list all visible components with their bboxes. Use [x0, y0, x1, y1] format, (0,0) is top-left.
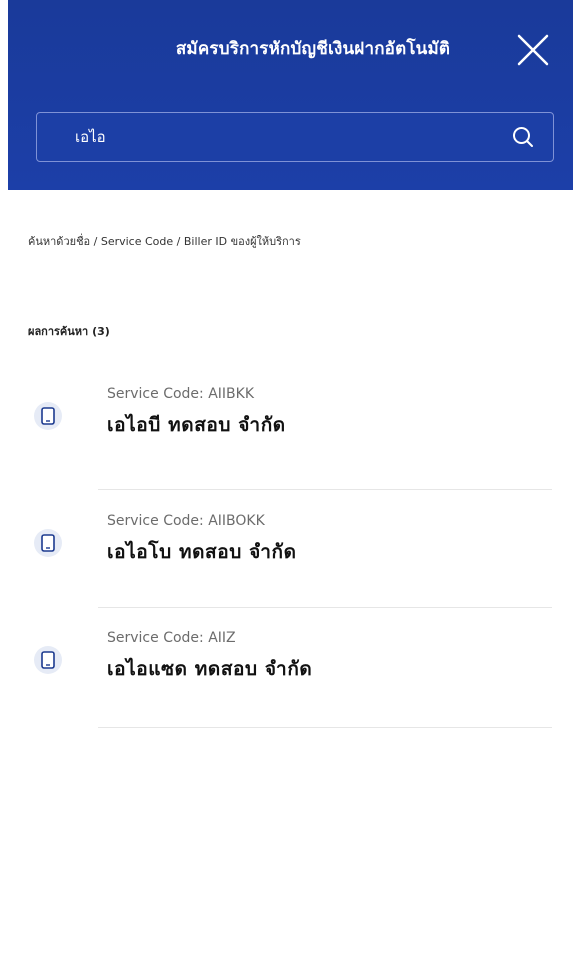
left-edge — [0, 0, 8, 964]
service-code: Service Code: AIIBOKK — [107, 513, 265, 529]
divider — [98, 727, 552, 728]
close-button[interactable] — [513, 30, 553, 70]
search-icon[interactable] — [511, 125, 535, 149]
provider-name: เอไอบี ทดสอบ จำกัด — [107, 414, 286, 436]
service-code: Service Code: AIIZ — [107, 630, 236, 646]
header-bar: สมัครบริการหักบัญชีเงินฝากอัตโนมัติ — [8, 0, 573, 190]
page-title: สมัครบริการหักบัญชีเงินฝากอัตโนมัติ — [175, 39, 451, 59]
provider-name: เอไอโบ ทดสอบ จำกัด — [107, 541, 297, 563]
result-item[interactable]: Service Code: AIIZ เอไอแซด ทดสอบ จำกัด — [30, 624, 552, 734]
divider — [98, 489, 552, 490]
phone-icon — [34, 646, 62, 674]
phone-icon — [34, 529, 62, 557]
close-icon — [517, 34, 549, 66]
result-item[interactable]: Service Code: AIIBKK เอไอบี ทดสอบ จำกัด — [30, 380, 552, 490]
divider — [98, 607, 552, 608]
results-label: ผลการค้นหา (3) — [28, 325, 110, 338]
search-hint: ค้นหาด้วยชื่อ / Service Code / Biller ID… — [28, 235, 301, 248]
search-box[interactable] — [36, 112, 554, 162]
provider-name: เอไอแซด ทดสอบ จำกัด — [107, 658, 313, 680]
search-input[interactable] — [75, 113, 485, 161]
service-code: Service Code: AIIBKK — [107, 386, 254, 402]
phone-icon — [34, 402, 62, 430]
result-item[interactable]: Service Code: AIIBOKK เอไอโบ ทดสอบ จำกัด — [30, 507, 552, 617]
